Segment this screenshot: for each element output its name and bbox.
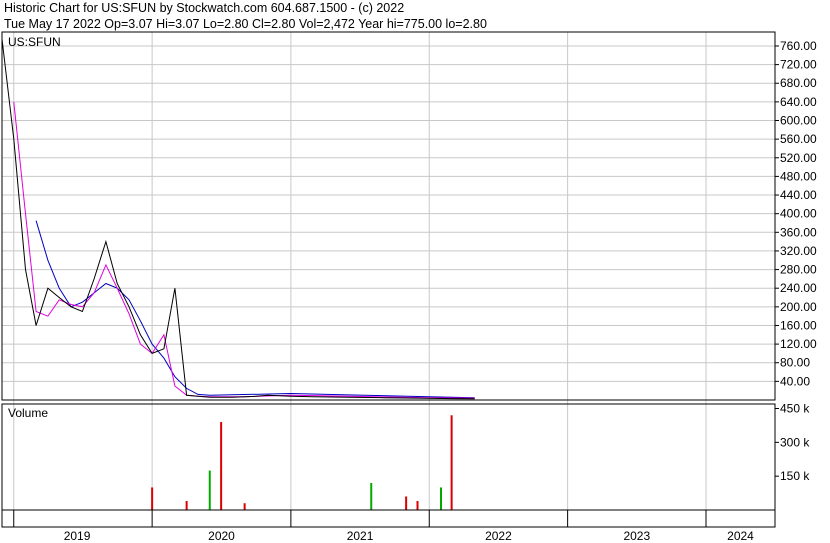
price-tick-label: 400.00 [780,207,817,221]
price-tick-label: 760.00 [780,39,817,53]
year-label: 2022 [485,529,512,543]
price-tick-label: 40.00 [780,374,810,388]
price-tick-label: 160.00 [780,318,817,332]
volume-bar [243,503,246,510]
price-tick-label: 480.00 [780,169,817,183]
volume-bar [151,487,154,510]
price-tick-label: 560.00 [780,132,817,146]
volume-panel-frame [1,403,776,511]
time-axis-frame [1,509,776,528]
volume-bar [440,487,443,510]
price-tick-label: 240.00 [780,281,817,295]
volume-tick-label: 300 k [780,435,810,449]
grid [2,32,775,510]
price-tick-label: 720.00 [780,58,817,72]
price-lines [1,38,475,400]
volume-bar [416,500,419,510]
price-tick-label: 440.00 [780,188,817,202]
price-tick-label: 520.00 [780,151,817,165]
year-label: 2024 [727,529,754,543]
stock-chart: 760.00 720.00 680.00 640.00 600.00 560.00 520.… [1,31,817,543]
frame [1,31,776,528]
axis-labels: 760.00 720.00 680.00 640.00 600.00 560.00 520.… [13,39,817,543]
price-tick-label: 680.00 [780,76,817,90]
volume-bar [208,470,211,510]
ma-short-line [13,101,475,399]
volume-bar [220,422,223,510]
volume-bar [450,415,453,510]
year-label: 2023 [623,529,650,543]
price-tick-label: 600.00 [780,114,817,128]
volume-bar [185,500,188,510]
symbol-label: US:SFUN [8,35,61,49]
price-tick-label: 80.00 [780,356,810,370]
year-label: 2019 [64,529,91,543]
year-label: 2021 [347,529,374,543]
price-panel-frame [1,31,776,401]
price-tick-label: 640.00 [780,95,817,109]
volume-bar [370,482,373,510]
price-tick-label: 280.00 [780,263,817,277]
volume-bars [151,415,453,510]
ma-long-line [35,220,475,399]
volume-label: Volume [8,406,48,420]
price-tick-label: 360.00 [780,225,817,239]
price-tick-label: 120.00 [780,337,817,351]
volume-tick-label: 150 k [780,469,810,483]
price-tick-label: 200.00 [780,300,817,314]
price-tick-label: 320.00 [780,244,817,258]
volume-bar [405,496,408,510]
volume-tick-label: 450 k [780,402,810,416]
price-line [1,38,475,400]
year-label: 2020 [208,529,235,543]
